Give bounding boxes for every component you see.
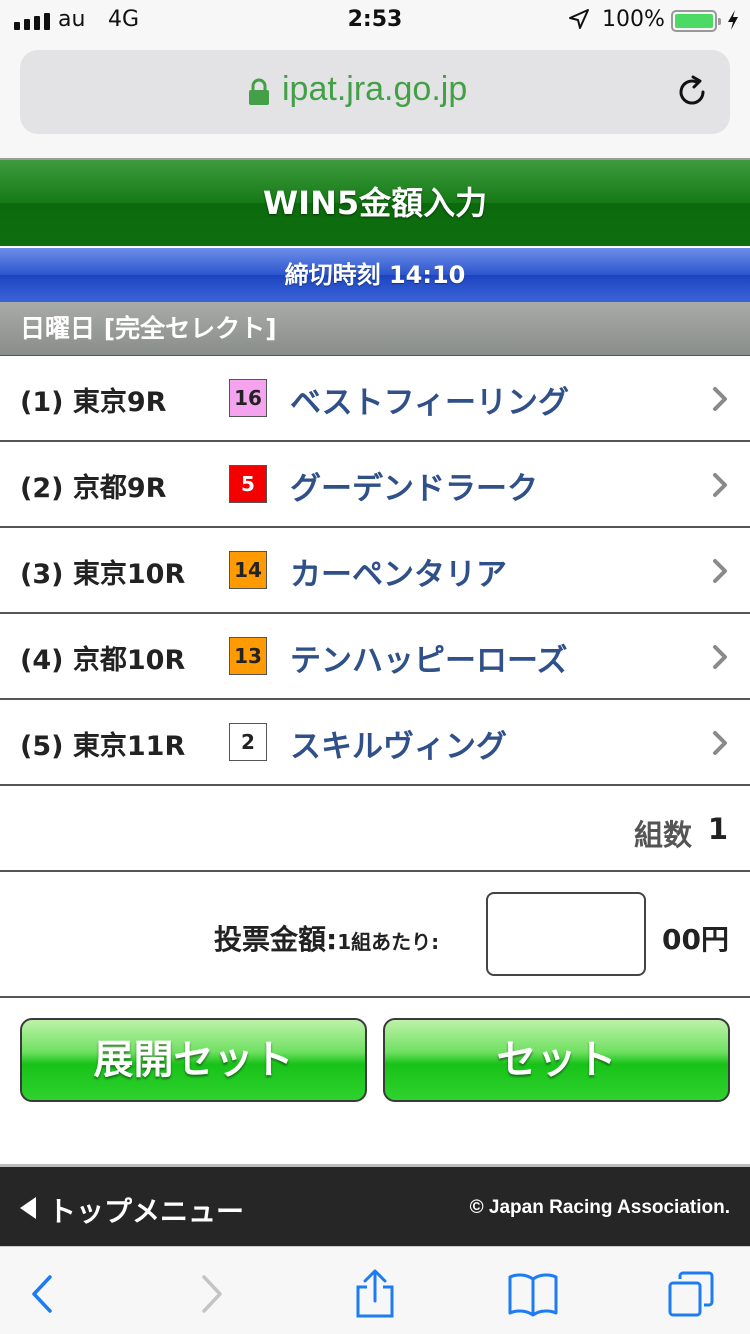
- top-menu-link[interactable]: トップメニュー: [48, 1190, 244, 1230]
- carrier-name: au: [58, 7, 86, 32]
- status-bar: au 4G 2:53 100%: [0, 0, 750, 40]
- count-value: 1: [707, 812, 728, 846]
- bet-amount-row: 投票金額:1組あたり: 00円: [0, 872, 750, 998]
- day-label: 日曜日 [完全セレクト]: [0, 302, 750, 356]
- bookmarks-icon[interactable]: [508, 1269, 558, 1319]
- chevron-right-icon: [713, 559, 727, 583]
- chevron-right-icon: [713, 387, 727, 411]
- battery-icon: [671, 10, 721, 32]
- race-label: (5) 東京11R: [20, 731, 186, 762]
- chevron-right-icon: [713, 473, 727, 497]
- reload-icon[interactable]: [674, 74, 710, 110]
- url-text[interactable]: ipat.jra.go.jp: [282, 70, 467, 109]
- combination-count-row: 組数 1: [0, 786, 750, 872]
- deadline-time: 締切時刻 14:10: [0, 248, 750, 302]
- amount-sublabel: 1組あたり:: [337, 930, 440, 954]
- charging-bolt-icon: [728, 10, 738, 30]
- race-row-2[interactable]: (2) 京都9R 5 グーデンドラーク: [0, 442, 750, 528]
- expand-set-button[interactable]: 展開セット: [20, 1018, 367, 1102]
- race-row-3[interactable]: (3) 東京10R 14 カーペンタリア: [0, 528, 750, 614]
- browser-toolbar: [0, 1246, 750, 1334]
- race-label: (3) 東京10R: [20, 559, 186, 590]
- location-arrow-icon: [569, 9, 589, 29]
- network-type: 4G: [108, 7, 140, 32]
- copyright-text: © Japan Racing Association.: [469, 1197, 730, 1218]
- forward-icon[interactable]: [186, 1269, 236, 1319]
- browser-address-area: ipat.jra.go.jp: [0, 40, 750, 158]
- tabs-icon[interactable]: [666, 1269, 716, 1319]
- set-button[interactable]: セット: [383, 1018, 730, 1102]
- battery-percent: 100%: [602, 7, 665, 32]
- race-label: (4) 京都10R: [20, 645, 186, 676]
- lock-icon: [249, 78, 269, 105]
- horse-number-badge: 2: [229, 723, 267, 761]
- amount-unit: 00円: [662, 923, 729, 956]
- horse-number-badge: 16: [229, 379, 267, 417]
- share-icon[interactable]: [350, 1269, 400, 1319]
- amount-label: 投票金額:1組あたり:: [214, 918, 439, 958]
- address-bar[interactable]: ipat.jra.go.jp: [20, 50, 730, 134]
- page-title: WIN5金額入力: [0, 158, 750, 246]
- horse-number-badge: 14: [229, 551, 267, 589]
- race-list: (1) 東京9R 16 ベストフィーリング (2) 京都9R 5 グーデンドラー…: [0, 356, 750, 786]
- back-triangle-icon[interactable]: [20, 1197, 36, 1219]
- count-label: 組数: [633, 818, 692, 852]
- back-icon[interactable]: [18, 1269, 68, 1319]
- race-label: (1) 東京9R: [20, 387, 167, 418]
- amount-label-main: 投票金額:: [214, 923, 338, 956]
- amount-input[interactable]: [486, 892, 646, 976]
- horse-name[interactable]: ベストフィーリング: [290, 377, 569, 422]
- horse-name[interactable]: グーデンドラーク: [290, 463, 538, 508]
- horse-name[interactable]: カーペンタリア: [290, 549, 507, 594]
- race-label: (2) 京都9R: [20, 473, 167, 504]
- race-row-4[interactable]: (4) 京都10R 13 テンハッピーローズ: [0, 614, 750, 700]
- horse-name[interactable]: テンハッピーローズ: [290, 635, 567, 680]
- signal-strength-icon: [14, 13, 50, 30]
- page-footer: トップメニュー © Japan Racing Association.: [0, 1164, 750, 1246]
- chevron-right-icon: [713, 645, 727, 669]
- race-row-5[interactable]: (5) 東京11R 2 スキルヴィング: [0, 700, 750, 786]
- horse-number-badge: 5: [229, 465, 267, 503]
- horse-number-badge: 13: [229, 637, 267, 675]
- horse-name[interactable]: スキルヴィング: [290, 721, 507, 766]
- chevron-right-icon: [713, 731, 727, 755]
- race-row-1[interactable]: (1) 東京9R 16 ベストフィーリング: [0, 356, 750, 442]
